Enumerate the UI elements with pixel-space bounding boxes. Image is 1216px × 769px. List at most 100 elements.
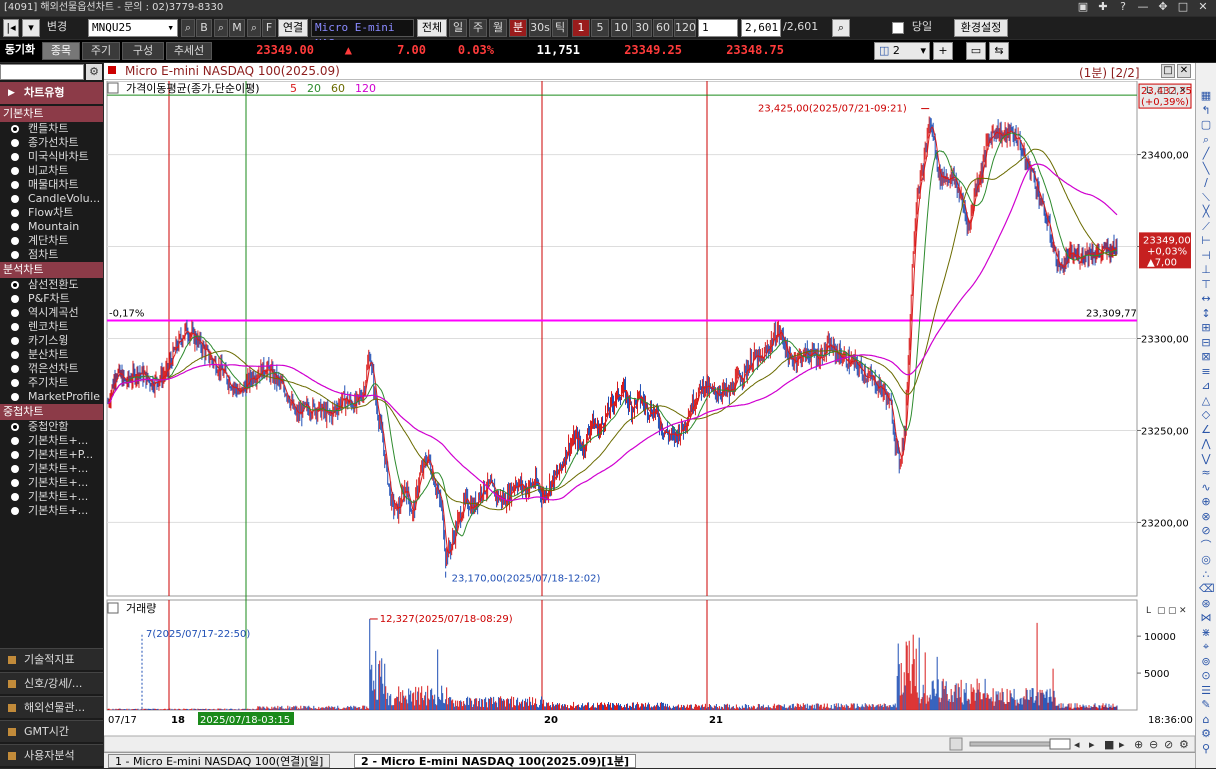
sidebar-radio-item[interactable]: 분산차트 [0,348,103,362]
sidebar-radio-item[interactable]: 중첩안함 [0,420,103,434]
sidebar-radio-item[interactable]: Mountain [0,220,103,234]
interval-5[interactable]: 5 [591,19,609,37]
sidebar-radio-item[interactable]: 비교차트 [0,164,103,178]
interval-30[interactable]: 30 [632,19,652,37]
drawing-tool-icon[interactable]: ⊥ [1199,263,1213,277]
sidebar-radio-item[interactable]: 주기차트 [0,376,103,390]
minimize-icon[interactable]: — [1134,0,1152,14]
radio-icon[interactable] [11,139,19,147]
drawing-tool-icon[interactable]: ⌖ [1199,640,1213,654]
drawing-tool-icon[interactable]: ⊿ [1199,379,1213,393]
scroll-control-icon[interactable]: ◂ [1074,738,1080,751]
tab-layout[interactable]: 구성 [122,42,164,60]
pin-icon[interactable]: ✚ [1094,0,1112,14]
drawing-tool-icon[interactable]: ∿ [1199,481,1213,495]
sidebar-radio-item[interactable]: 매물대차트 [0,178,103,192]
radio-icon[interactable] [11,167,19,175]
tab-trendline[interactable]: 추세선 [166,42,212,60]
add-icon[interactable]: + [933,42,953,60]
drawing-tool-icon[interactable]: ⋀ [1199,437,1213,451]
sidebar-radio-item[interactable]: 계단차트 [0,234,103,248]
drawing-tool-icon[interactable]: ⊗ [1199,510,1213,524]
sidebar-radio-item[interactable]: MarketProfile [0,390,103,404]
period-30s[interactable]: 30s [529,19,551,37]
close-icon[interactable]: ✕ [1194,0,1212,14]
radio-icon[interactable] [11,237,19,245]
sidebar-search-input[interactable] [0,64,84,80]
help-icon[interactable]: ? [1114,0,1132,14]
pane-control-icon[interactable]: ▢ [1168,86,1177,96]
all-button[interactable]: 전체 [417,19,447,37]
radio-icon[interactable] [11,181,19,189]
sidebar-radio-item[interactable]: 기본차트+... [0,476,103,490]
sidebar-radio-item[interactable]: 미국식바차트 [0,150,103,164]
sidebar-radio-item[interactable]: 역시계곡선 [0,306,103,320]
volume-pane-control-icon[interactable]: ▢ [1168,606,1177,616]
pane-control-icon[interactable]: L [1146,86,1151,96]
scroll-control-icon[interactable]: ▸ [1119,738,1125,751]
drawing-tool-icon[interactable]: ⌕ [1199,133,1213,147]
drawing-tool-icon[interactable]: ✎ [1199,698,1213,712]
drawing-tool-icon[interactable]: ∴ [1199,568,1213,582]
drawing-tool-icon[interactable]: ▢ [1199,118,1213,132]
price-chart[interactable]: 23200,0023250,0023300,0023350,0023400,00… [104,81,1195,753]
interval-120[interactable]: 120 [674,19,696,37]
drawing-tool-icon[interactable]: ▦ [1199,89,1213,103]
sidebar-radio-item[interactable]: 꺾은선차트 [0,362,103,376]
radio-icon[interactable] [11,195,19,203]
sidebar-radio-item[interactable]: 기본차트+... [0,462,103,476]
radio-icon[interactable] [11,507,19,515]
chart-window[interactable]: Micro E-mini NASDAQ 100(2025.09) (1분) [2… [104,63,1195,753]
radio-icon[interactable] [11,323,19,331]
sidebar-bottom-futures[interactable]: 해외선물관... [0,696,103,718]
radio-icon[interactable] [11,281,19,289]
search-icon-2[interactable]: ⌕ [214,19,228,37]
drawing-tool-icon[interactable]: ⋇ [1199,626,1213,640]
settings-button[interactable]: 환경설정 [954,19,1008,37]
radio-icon[interactable] [11,351,19,359]
radio-icon[interactable] [11,465,19,473]
maximize-icon[interactable]: □ [1174,0,1192,14]
drawing-tool-icon[interactable]: ≈ [1199,466,1213,480]
link-button[interactable]: 연결 [278,19,308,37]
interval-input[interactable]: 1 [698,19,738,37]
scroll-control-icon[interactable]: ⊖ [1149,738,1158,751]
chart-close-icon[interactable]: ✕ [1177,64,1191,78]
drawing-tool-icon[interactable]: ⚙ [1199,727,1213,741]
export-icon[interactable]: ⇆ [989,42,1009,60]
sidebar-bottom-indicators[interactable]: 기술적지표 [0,648,103,670]
drawing-tool-icon[interactable]: ↰ [1199,104,1213,118]
radio-icon[interactable] [11,337,19,345]
radio-icon[interactable] [11,437,19,445]
sidebar-bottom-signals[interactable]: 신호/강세/... [0,672,103,694]
period-minute[interactable]: 분 [509,19,527,37]
f-button[interactable]: F [262,19,276,37]
search-icon[interactable]: ⌕ [181,19,195,37]
sidebar-radio-item[interactable]: 캔들차트 [0,122,103,136]
sidebar-search-icon[interactable]: ⚙ [86,64,102,80]
drawing-tool-icon[interactable]: ╱ [1199,147,1213,161]
drawing-tool-icon[interactable]: ∠ [1199,423,1213,437]
period-tick[interactable]: 틱 [552,19,568,37]
radio-icon[interactable] [11,365,19,373]
save-icon[interactable]: ▭ [966,42,986,60]
change-button[interactable]: 변경 [42,19,72,37]
drawing-tool-icon[interactable]: ◇ [1199,408,1213,422]
sidebar-radio-item[interactable]: 기본차트+... [0,434,103,448]
period-month[interactable]: 월 [489,19,507,37]
sidebar-radio-item[interactable]: Flow차트 [0,206,103,220]
sidebar-radio-item[interactable]: 삼선전환도 [0,278,103,292]
pane-control-icon[interactable]: ▢ [1157,86,1166,96]
count-input[interactable]: 2,601 [741,19,781,37]
drawing-tool-icon[interactable]: ⋈ [1199,611,1213,625]
drawing-tool-icon[interactable]: ☰ [1199,684,1213,698]
drawing-tool-icon[interactable]: ⚲ [1199,742,1213,756]
radio-icon[interactable] [11,153,19,161]
sidebar-bottom-gmt[interactable]: GMT시간 [0,720,103,742]
sidebar-radio-item[interactable]: 종가선차트 [0,136,103,150]
period-day[interactable]: 일 [449,19,467,37]
sidebar-radio-item[interactable]: 기본차트+... [0,490,103,504]
scroll-control-icon[interactable]: ■ [1104,738,1114,751]
dropdown-icon[interactable]: ▾ [22,19,40,37]
move-icon[interactable]: ✥ [1154,0,1172,14]
